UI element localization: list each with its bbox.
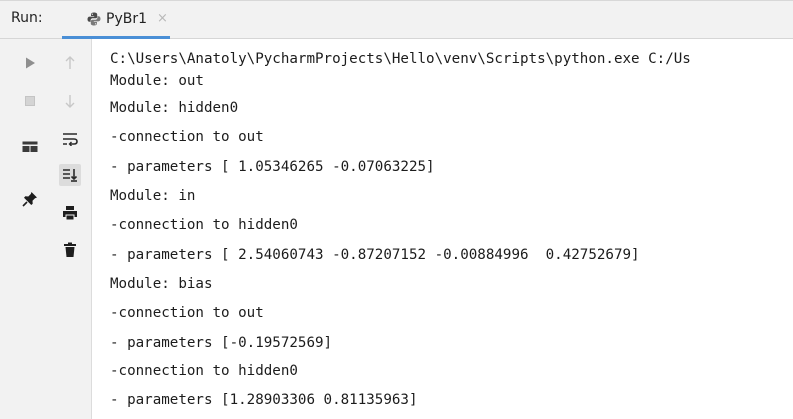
pin-icon[interactable] <box>19 188 41 210</box>
rerun-icon[interactable] <box>19 52 41 74</box>
left-toolbar-primary <box>0 39 52 419</box>
console-line: -connection to out <box>110 305 264 321</box>
console-line: Module: out <box>110 73 204 89</box>
up-arrow-icon[interactable] <box>59 52 81 74</box>
print-icon[interactable] <box>59 202 81 224</box>
console-line: - parameters [ 1.05346265 -0.07063225] <box>110 159 435 175</box>
console-line: Module: in <box>110 188 196 204</box>
down-arrow-icon[interactable] <box>59 90 81 112</box>
console-line: Module: bias <box>110 276 213 292</box>
run-header: Run: PyBr1 × <box>0 1 793 39</box>
soft-wrap-icon[interactable] <box>59 128 81 150</box>
close-tab-icon[interactable]: × <box>157 11 168 26</box>
console-line: C:\Users\Anatoly\PycharmProjects\Hello\v… <box>110 51 691 67</box>
run-label: Run: <box>11 10 43 26</box>
console-line: - parameters [1.28903306 0.81135963] <box>110 392 418 408</box>
trash-icon[interactable] <box>59 239 81 261</box>
layout-icon[interactable] <box>19 136 41 158</box>
scroll-to-end-icon[interactable] <box>59 164 81 186</box>
console-line: -connection to hidden0 <box>110 363 298 379</box>
python-icon <box>86 11 102 27</box>
console-line: -connection to hidden0 <box>110 217 298 233</box>
console-line: Module: hidden0 <box>110 100 239 116</box>
tab-pybr1[interactable]: PyBr1 × <box>62 1 170 39</box>
run-tool-window: Run: PyBr1 × C:\Users\Anatoly\PycharmPro… <box>0 0 793 419</box>
stop-icon[interactable] <box>19 90 41 112</box>
console-line: -connection to out <box>110 129 264 145</box>
console-line: - parameters [ 2.54060743 -0.87207152 -0… <box>110 247 640 263</box>
left-toolbar-secondary <box>52 39 92 419</box>
tab-label: PyBr1 <box>106 10 147 27</box>
console-line: - parameters [-0.19572569] <box>110 335 333 351</box>
console-output[interactable]: C:\Users\Anatoly\PycharmProjects\Hello\v… <box>104 39 793 419</box>
